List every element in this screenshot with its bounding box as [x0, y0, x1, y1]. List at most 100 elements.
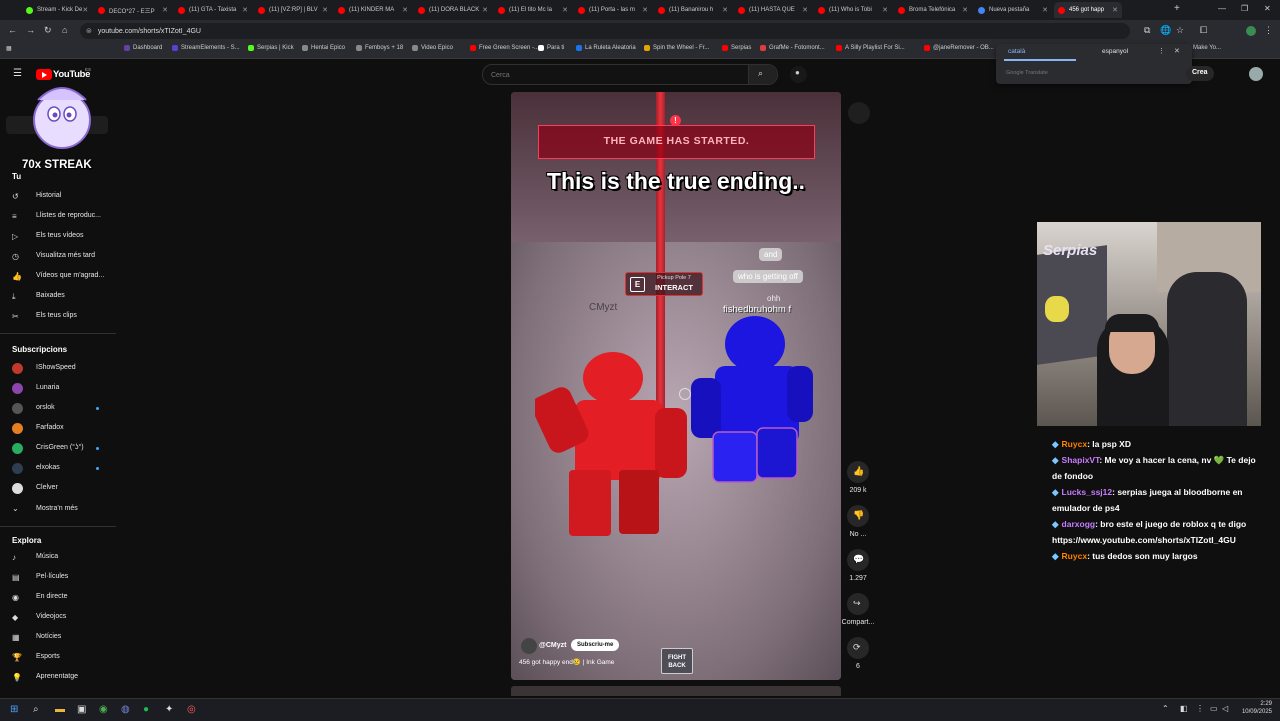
translate-lang-to[interactable]: espanyol [1102, 48, 1128, 55]
hamburger-menu-icon[interactable]: ☰ [13, 68, 22, 79]
back-icon[interactable]: ← [8, 25, 17, 35]
short-video-player[interactable]: THE GAME HAS STARTED. ! This is the true… [511, 92, 841, 680]
sidebar-item[interactable]: Llistes de reproduc... [36, 212, 101, 219]
tab-close-icon[interactable]: ✕ [642, 6, 648, 14]
browser-tab[interactable]: (11) Porta - las m ✕ [574, 2, 652, 18]
sidebar-item[interactable]: Baixades [36, 292, 65, 299]
minimize-button[interactable]: — [1218, 4, 1226, 13]
site-info-icon[interactable]: ⊜ [86, 27, 92, 35]
channel-avatar[interactable] [521, 638, 537, 654]
bookmark-item[interactable]: Free Green Screen -... [470, 45, 539, 51]
translate-menu-icon[interactable]: ⋮ [1158, 47, 1165, 55]
comment-button[interactable]: 💬 [847, 549, 869, 571]
search-input[interactable] [489, 67, 743, 83]
forward-icon[interactable]: → [26, 25, 35, 35]
translate-close-icon[interactable]: ✕ [1174, 47, 1180, 55]
profile-avatar[interactable] [1246, 26, 1256, 36]
bookmark-item[interactable]: A Silly Playlist For Si... [836, 45, 905, 51]
tab-close-icon[interactable]: ✕ [322, 6, 328, 14]
browser-tab[interactable]: (11) GTA - Taxista ✕ [174, 2, 252, 18]
bookmark-item[interactable]: Spin the Wheel - Fr... [644, 45, 709, 51]
search-button[interactable]: ⌕ [748, 65, 777, 84]
explore-item[interactable]: En directe [36, 593, 68, 600]
extensions-icon[interactable]: ⧠ [1200, 25, 1207, 36]
browser-tab[interactable]: (11) HASTA QUE ✕ [734, 2, 812, 18]
bookmark-item[interactable]: Serpias [722, 45, 751, 51]
chrome-icon[interactable]: ◉ [99, 704, 108, 715]
reload-icon[interactable]: ↻ [44, 25, 52, 36]
show-more-link[interactable]: Mostra'n més [36, 505, 78, 512]
tab-close-icon[interactable]: ✕ [82, 6, 88, 14]
tab-close-icon[interactable]: ✕ [162, 6, 168, 14]
browser-tab[interactable]: (11) Bananirou h ✕ [654, 2, 732, 18]
bookmark-item[interactable]: La Ruleta Aleatoria [576, 45, 636, 51]
bookmark-item[interactable]: Video Epico [412, 45, 453, 51]
sidebar-item[interactable]: Historial [36, 192, 61, 199]
sidebar-item[interactable]: Els teus vídeos [36, 232, 83, 239]
subscription-item[interactable]: elxokas [36, 464, 60, 471]
tray-app-icon[interactable]: ◧ [1180, 704, 1188, 713]
tab-close-icon[interactable]: ✕ [962, 6, 968, 14]
tab-close-icon[interactable]: ✕ [722, 6, 728, 14]
explore-item[interactable]: Esports [36, 653, 60, 660]
sidebar-item[interactable]: Visualitza més tard [36, 252, 95, 259]
bookmark-item[interactable]: StreamElements - S... [172, 45, 240, 51]
file-explorer-icon[interactable]: ▬ [55, 704, 65, 715]
you-section-heading[interactable]: Tu [12, 172, 21, 181]
search-box[interactable]: ⌕ [482, 64, 778, 85]
subscription-item[interactable]: CrisGreen (°ʖ°) [36, 444, 84, 451]
browser-tab[interactable]: Nueva pestaña ✕ [974, 2, 1052, 18]
remix-button[interactable]: ⟳ [847, 637, 869, 659]
apps-icon[interactable]: ▦ [6, 45, 12, 52]
spotify-icon[interactable]: ● [143, 704, 149, 715]
browser-tab[interactable]: Broma Telefónica ✕ [894, 2, 972, 18]
browser-tab[interactable]: (11) KINDER MA ✕ [334, 2, 412, 18]
translate-lang-from[interactable]: català [1008, 48, 1025, 55]
tab-close-icon[interactable]: ✕ [882, 6, 888, 14]
new-tab-button[interactable]: + [1174, 3, 1180, 14]
account-avatar[interactable] [1249, 67, 1263, 81]
steam-icon[interactable]: ✦ [165, 704, 173, 715]
dislike-button[interactable]: 👎 [847, 505, 869, 527]
tab-close-icon[interactable]: ✕ [802, 6, 808, 14]
youtube-logo-icon[interactable] [36, 69, 52, 80]
bookmark-star-icon[interactable]: ☆ [1176, 25, 1184, 36]
subscription-item[interactable]: orslok [36, 404, 55, 411]
translate-icon[interactable]: 🌐 [1160, 25, 1171, 36]
clock-date[interactable]: 10/09/2025 [1236, 709, 1272, 715]
share-button[interactable]: ↪ [847, 593, 869, 615]
browser-tab[interactable]: Stream - Kick De ✕ [22, 2, 92, 18]
url-field[interactable]: ⊜ youtube.com/shorts/xTIZotI_4GU [80, 23, 1130, 39]
close-window-button[interactable]: ✕ [1264, 4, 1271, 13]
network-icon[interactable]: ▭ [1210, 704, 1218, 713]
tab-close-icon[interactable]: ✕ [1042, 6, 1048, 14]
tab-close-icon[interactable]: ✕ [242, 6, 248, 14]
bookmark-item[interactable]: Para ti [538, 45, 564, 51]
tab-close-icon[interactable]: ✕ [402, 6, 408, 14]
clock-time[interactable]: 2:29 [1240, 701, 1272, 707]
explore-item[interactable]: Aprenentatge [36, 673, 78, 680]
store-icon[interactable]: ▣ [77, 704, 86, 715]
sidebar-item[interactable]: Els teus clips [36, 312, 77, 319]
channel-name[interactable]: @CMyzt [539, 642, 566, 649]
create-button[interactable]: Crea [1186, 66, 1214, 81]
bookmark-item[interactable]: Dashboard [124, 45, 162, 51]
search-taskbar-icon[interactable]: ⌕ [33, 704, 39, 715]
explore-item[interactable]: Música [36, 553, 58, 560]
voice-search-button[interactable]: ● [790, 66, 807, 83]
explore-item[interactable]: Pel·lícules [36, 573, 68, 580]
explore-item[interactable]: Videojocs [36, 613, 66, 620]
sidebar-item[interactable]: Vídeos que m'agrad... [36, 272, 104, 279]
explore-item[interactable]: Notícies [36, 633, 61, 640]
bookmark-item[interactable]: Serpias | Kick [248, 45, 294, 51]
start-icon[interactable]: ⊞ [10, 704, 18, 715]
discord-icon[interactable]: ◍ [121, 704, 130, 715]
short-title[interactable]: 456 got happy end😢 | Ink Game [519, 658, 614, 666]
subscription-item[interactable]: Farfadox [36, 424, 64, 431]
browser-tab[interactable]: (11) Who is Tobi ✕ [814, 2, 892, 18]
subscribe-button[interactable]: Subscriu-me [571, 639, 620, 651]
like-button[interactable]: 👍 [847, 461, 869, 483]
bookmark-item[interactable]: Hentai Epico [302, 45, 345, 51]
mic-icon[interactable]: ⋮ [1196, 704, 1204, 713]
menu-icon[interactable]: ⋮ [1264, 25, 1273, 36]
